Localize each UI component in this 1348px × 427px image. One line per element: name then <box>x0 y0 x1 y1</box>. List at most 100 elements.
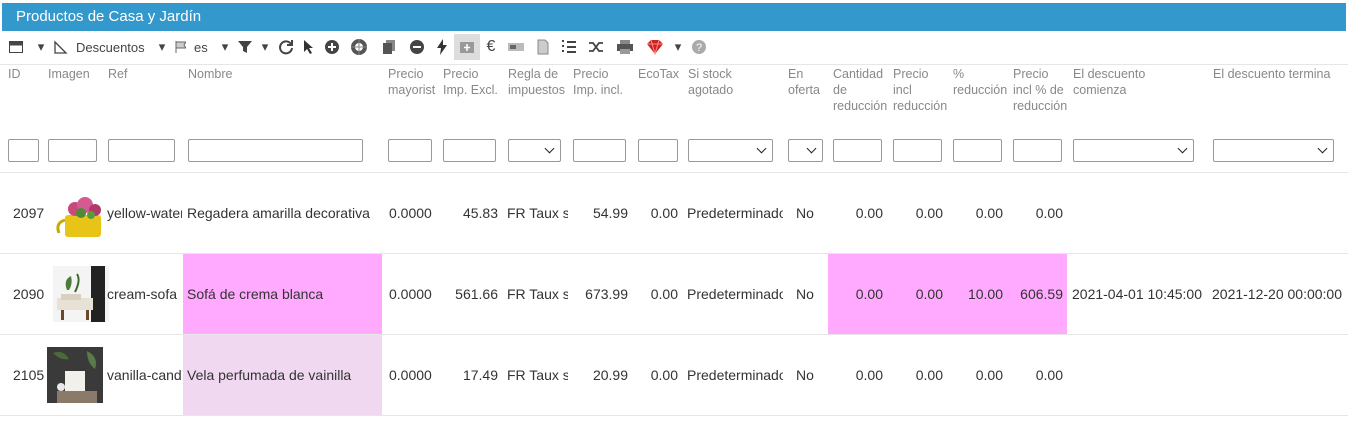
gem-caret-icon[interactable]: ▾ <box>670 34 686 60</box>
header-reduction-price-line: reducción <box>893 99 948 113</box>
header-on-sale-line: En <box>788 67 804 81</box>
cell-id: 2097 <box>13 205 45 221</box>
cursor-icon[interactable] <box>298 34 320 60</box>
add-feature-icon[interactable] <box>454 34 480 60</box>
filter-wholesale-input[interactable] <box>388 139 432 162</box>
cell-reduction-pct: 0.00 <box>975 367 1003 383</box>
refresh-icon[interactable] <box>274 34 298 60</box>
filter-out-of-stock-select[interactable] <box>688 139 773 162</box>
product-image <box>53 185 109 241</box>
filter-price-excl-input[interactable] <box>443 139 496 162</box>
header-reduction-qty-line: reducción <box>833 99 888 113</box>
cell-discount-start <box>1072 203 1208 223</box>
header-discount-start: El descuento comienza <box>1073 66 1145 98</box>
filter-tax-rule-select[interactable] <box>508 139 561 162</box>
grid-title: Productos de Casa y Jardín <box>16 8 202 25</box>
duplicate-globe-icon[interactable] <box>344 34 374 60</box>
flag-icon[interactable] <box>170 34 190 60</box>
cell-id: 2090 <box>13 286 45 302</box>
add-icon[interactable] <box>320 34 344 60</box>
cell-reduction-price: 0.00 <box>915 286 943 302</box>
cell-name: Vela perfumada de vainilla <box>187 367 352 383</box>
lightning-icon[interactable] <box>430 34 454 60</box>
row-divider <box>0 172 1348 173</box>
cell-ref: cream-sofa <box>107 286 178 302</box>
header-price-pct-line: incl % de <box>1013 83 1064 97</box>
cell-out-of-stock: Predeterminado <box>687 286 783 302</box>
cell-reduction-price: 0.00 <box>915 367 943 383</box>
cell-price-incl: 54.99 <box>592 205 628 221</box>
header-image: Imagen <box>48 67 90 81</box>
header-wholesale: Precio mayorist <box>388 66 435 98</box>
header-reduction-qty-line: Cantidad <box>833 67 884 81</box>
grid-header-divider <box>0 64 1348 65</box>
ruler-triangle-icon[interactable] <box>50 34 72 60</box>
help-icon[interactable]: ? <box>686 34 712 60</box>
cell-ref: vanilla-candle <box>107 367 182 383</box>
header-on-sale: En oferta <box>788 66 820 98</box>
remove-icon[interactable] <box>404 34 430 60</box>
shuffle-icon[interactable] <box>582 34 610 60</box>
filter-reduction-price-input[interactable] <box>893 139 942 162</box>
cell-price-pct: 0.00 <box>1035 367 1063 383</box>
cell-tax-rule: FR Taux standard <box>507 205 568 221</box>
ruby-gem-icon[interactable] <box>640 34 670 60</box>
language-selector[interactable]: es <box>190 34 216 60</box>
copy-icon[interactable] <box>374 34 404 60</box>
filter-ecotax-input[interactable] <box>638 139 678 162</box>
cell-price-incl: 673.99 <box>585 286 628 302</box>
header-tax-rule-line: impuestos <box>508 83 565 97</box>
cell-on-sale: No <box>796 286 814 302</box>
csv-file-icon[interactable] <box>530 34 556 60</box>
header-out-of-stock-line: agotado <box>688 83 734 97</box>
header-out-of-stock: Si stock agotado <box>688 66 733 98</box>
header-price-excl: Precio Imp. Excl. <box>443 66 498 98</box>
discounts-button[interactable]: Descuentos <box>72 34 154 60</box>
header-reduction-qty: Cantidad de reducción <box>833 66 887 114</box>
header-price-incl: Precio Imp. incl. <box>573 66 623 98</box>
cell-ecotax: 0.00 <box>650 367 678 383</box>
cell-reduction-pct: 0.00 <box>975 205 1003 221</box>
layout-dropdown-caret-icon[interactable]: ▾ <box>32 34 50 60</box>
cell-on-sale: No <box>796 205 814 221</box>
cell-reduction-qty: 0.00 <box>855 205 883 221</box>
header-on-sale-line: oferta <box>788 83 820 97</box>
header-ecotax: EcoTax <box>638 67 679 81</box>
euro-icon[interactable]: € <box>480 34 502 60</box>
print-icon[interactable] <box>610 34 640 60</box>
cell-ecotax: 0.00 <box>650 205 678 221</box>
discounts-label: Descuentos <box>76 39 145 55</box>
toolbar: ▾ Descuentos ▾ es ▾ ▾ € ▾ ? <box>0 33 1348 61</box>
header-discount-start-line: comienza <box>1073 83 1127 97</box>
cell-price-excl: 45.83 <box>462 205 498 221</box>
header-price-excl-line: Imp. Excl. <box>443 83 498 97</box>
cell-wholesale: 0.0000 <box>389 286 432 302</box>
filter-discount-start-select[interactable] <box>1073 139 1194 162</box>
header-wholesale-line: mayorist <box>388 83 436 97</box>
filter-on-sale-select[interactable] <box>788 139 823 162</box>
discounts-caret-icon[interactable]: ▾ <box>154 34 170 60</box>
ordered-list-icon[interactable] <box>556 34 582 60</box>
header-reduction-price: Precio incl reducción <box>893 66 947 114</box>
filter-price-incl-input[interactable] <box>573 139 626 162</box>
filter-reduction-qty-input[interactable] <box>833 139 882 162</box>
layout-menu-icon[interactable] <box>0 34 32 60</box>
header-id: ID <box>8 67 21 81</box>
language-caret-icon[interactable]: ▾ <box>216 34 234 60</box>
cell-tax-rule: FR Taux standard <box>507 286 568 302</box>
filter-price-pct-input[interactable] <box>1013 139 1062 162</box>
filter-ref-input[interactable] <box>108 139 175 162</box>
filter-id-input[interactable] <box>8 139 39 162</box>
scissors-icon[interactable] <box>502 34 530 60</box>
header-price-incl-line: Imp. incl. <box>573 83 624 97</box>
product-image <box>47 347 103 403</box>
filter-name-input[interactable] <box>188 139 363 162</box>
cell-discount-start: 2021-04-01 10:45:00 <box>1072 286 1202 302</box>
cell-reduction-pct: 10.00 <box>967 286 1003 302</box>
filter-caret-icon[interactable]: ▾ <box>256 34 274 60</box>
filter-discount-end-select[interactable] <box>1213 139 1334 162</box>
filter-reduction-pct-input[interactable] <box>953 139 1002 162</box>
cell-out-of-stock: Predeterminado <box>687 367 783 383</box>
filter-image-input[interactable] <box>48 139 97 162</box>
filter-icon[interactable] <box>234 34 256 60</box>
